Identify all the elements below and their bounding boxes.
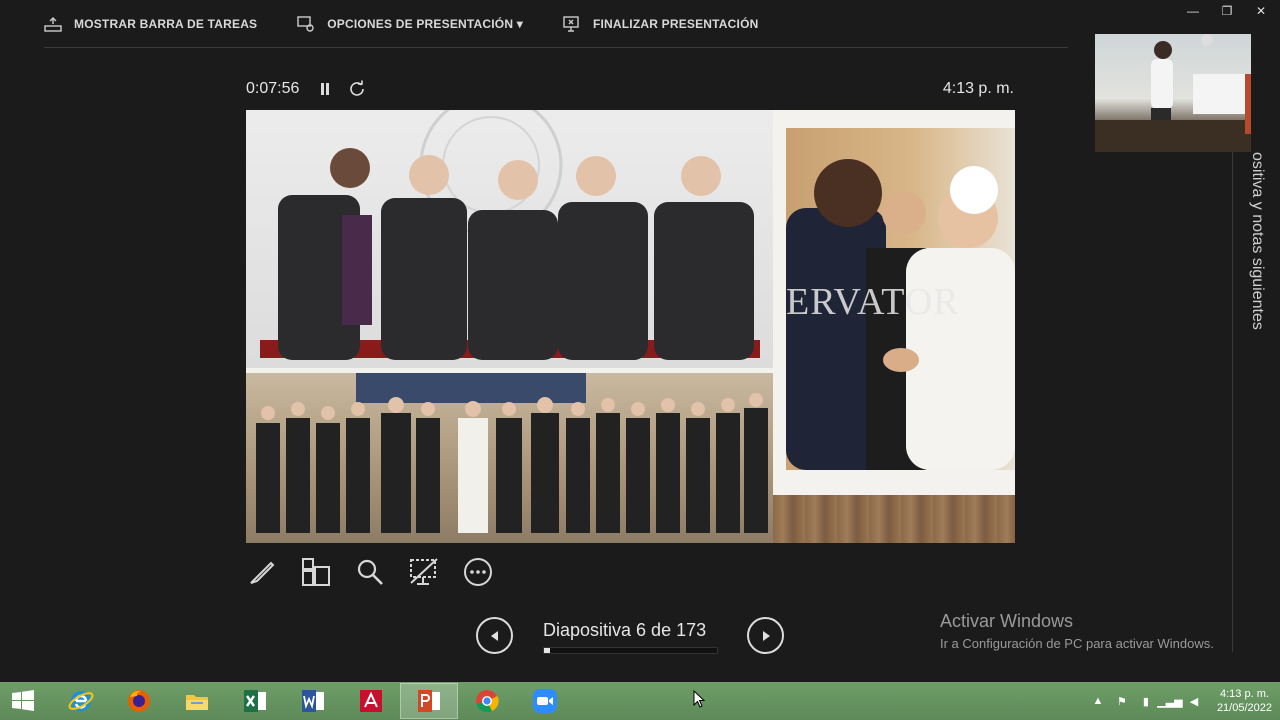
chrome-icon	[476, 690, 499, 713]
word-icon	[302, 690, 324, 712]
power-icon[interactable]: ▮	[1139, 694, 1153, 708]
internet-explorer-icon	[68, 691, 94, 711]
taskbar-chrome[interactable]	[458, 683, 516, 719]
zoom-icon	[533, 689, 557, 713]
un-group-photo	[246, 110, 773, 368]
end-presentation-button[interactable]: FINALIZAR PRESENTACIÓN	[563, 15, 759, 32]
next-slide-notes-label: ositiva y notas siguientes	[1249, 152, 1266, 330]
taskbar-zoom[interactable]	[516, 683, 574, 719]
webcam-thumbnail	[1095, 34, 1251, 152]
slide-counter[interactable]: Diapositiva 6 de 173	[543, 620, 706, 641]
taskbar-word[interactable]	[284, 683, 342, 719]
magnifier-icon	[357, 559, 383, 585]
tray-time: 4:13 p. m.	[1220, 688, 1269, 700]
taskbar-excel[interactable]	[226, 683, 284, 719]
panel-divider[interactable]	[1232, 152, 1233, 652]
presenter-view: MOSTRAR BARRA DE TAREAS OPCIONES DE PRES…	[0, 0, 1280, 720]
system-tray: ▲ ⚑ ▮ ▁▃▅ ◀ 4:13 p. m. 21/05/2022	[1091, 682, 1272, 720]
un-photo-illustration	[260, 110, 760, 360]
presenter-illustration	[1095, 34, 1251, 152]
see-all-slides-button[interactable]	[300, 556, 332, 588]
slide-tools	[246, 556, 494, 588]
pen-icon	[250, 561, 275, 584]
windows-logo-icon	[12, 690, 34, 711]
presentation-options-button[interactable]: OPCIONES DE PRESENTACIÓN ▾	[297, 15, 523, 32]
next-slide-button[interactable]	[747, 617, 784, 654]
slide-overlay-text: ERVATOR	[786, 281, 960, 323]
taskbar-apps	[52, 683, 574, 719]
more-options-button[interactable]	[462, 556, 494, 588]
slide-progress-bar	[543, 647, 718, 654]
activate-windows-subtitle: Ir a Configuración de PC para activar Wi…	[940, 636, 1214, 651]
action-center-flag-icon[interactable]: ⚑	[1115, 694, 1129, 708]
firefox-icon	[128, 690, 150, 712]
slide-progress-fill	[544, 648, 551, 653]
tray-clock[interactable]: 4:13 p. m. 21/05/2022	[1217, 687, 1272, 715]
reset-timer-icon[interactable]	[348, 80, 366, 98]
vatican-group-photo	[246, 373, 773, 543]
tray-overflow-icon[interactable]: ▲	[1091, 694, 1105, 708]
taskbar-powerpoint[interactable]	[400, 683, 458, 719]
end-presentation-label: FINALIZAR PRESENTACIÓN	[592, 16, 759, 31]
powerpoint-icon	[418, 690, 440, 712]
taskbar-icon	[44, 16, 62, 32]
slides-grid-icon	[302, 558, 330, 586]
presenter-toolbar: MOSTRAR BARRA DE TAREAS OPCIONES DE PRES…	[44, 0, 1068, 48]
start-button[interactable]	[0, 682, 46, 720]
close-button[interactable]: ✕	[1254, 4, 1268, 18]
zoom-button[interactable]	[354, 556, 386, 588]
excel-icon	[244, 690, 266, 712]
elapsed-timer: 0:07:56	[246, 80, 300, 97]
folder-icon	[186, 695, 208, 710]
window-controls: — ❐ ✕	[1186, 4, 1268, 18]
end-slideshow-icon	[563, 15, 579, 32]
show-taskbar-label: MOSTRAR BARRA DE TAREAS	[74, 16, 258, 31]
acrobat-icon	[360, 690, 382, 712]
taskbar-acrobat[interactable]	[342, 683, 400, 719]
tray-date: 21/05/2022	[1216, 702, 1272, 714]
minimize-button[interactable]: —	[1186, 4, 1200, 18]
mouse-cursor-icon	[693, 690, 705, 708]
arrow-left-icon	[490, 630, 498, 641]
activate-windows-title: Activar Windows	[940, 611, 1074, 631]
taskbar-firefox[interactable]	[110, 683, 168, 719]
activate-windows-watermark: Activar Windows Ir a Configuración de PC…	[940, 611, 1214, 651]
current-slide[interactable]: ERVATOR	[246, 110, 1015, 543]
taskbar-internet-explorer[interactable]	[52, 683, 110, 719]
presentation-options-label: OPCIONES DE PRESENTACIÓN ▾	[327, 16, 523, 31]
pause-icon[interactable]	[318, 80, 332, 98]
show-taskbar-button[interactable]: MOSTRAR BARRA DE TAREAS	[44, 16, 257, 32]
previous-slide-button[interactable]	[476, 617, 513, 654]
screen-off-icon	[410, 558, 438, 585]
pen-tool-button[interactable]	[246, 556, 278, 588]
wood-floor	[773, 495, 1015, 543]
volume-muted-icon[interactable]: ◀	[1187, 694, 1201, 708]
more-icon	[464, 558, 492, 586]
presentation-settings-icon	[297, 15, 314, 32]
network-signal-icon[interactable]: ▁▃▅	[1157, 694, 1182, 708]
arrow-right-icon	[762, 630, 770, 641]
restore-button[interactable]: ❐	[1220, 4, 1234, 18]
group-photo-illustration	[256, 373, 768, 533]
taskbar-file-explorer[interactable]	[168, 683, 226, 719]
black-screen-button[interactable]	[408, 556, 440, 588]
current-time: 4:13 p. m.	[942, 80, 1014, 97]
windows-taskbar: ▲ ⚑ ▮ ▁▃▅ ◀ 4:13 p. m. 21/05/2022	[0, 682, 1280, 720]
